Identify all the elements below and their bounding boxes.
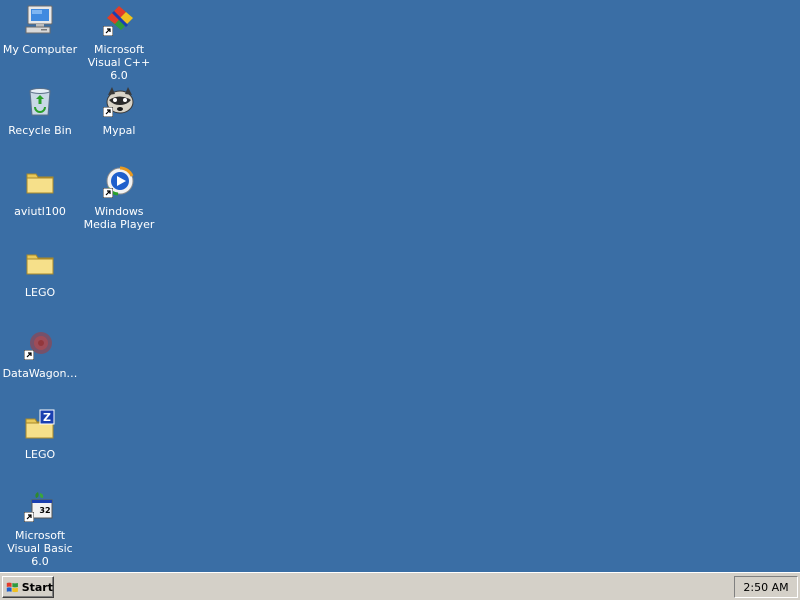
desktop[interactable]: My Computer Recycle Bin aviutl100 LEGO D… (0, 0, 800, 572)
svg-text:32: 32 (39, 506, 50, 515)
shortcut-arrow-icon (24, 512, 34, 522)
visual-basic-icon: 32 (24, 490, 56, 522)
system-tray: 2:50 AM (734, 576, 798, 598)
mypal-icon (103, 85, 135, 117)
folder-icon (24, 247, 56, 279)
zip-folder-icon: Z (24, 409, 56, 441)
my-computer-icon (24, 4, 56, 36)
svg-text:Z: Z (43, 411, 51, 424)
desktop-icon-label: LEGO (24, 448, 56, 461)
desktop-icon-label: My Computer (2, 43, 78, 56)
desktop-icon-label: Recycle Bin (8, 124, 72, 137)
recycle-bin-icon (24, 85, 56, 117)
desktop-icon-recycle-bin[interactable]: Recycle Bin (0, 83, 80, 157)
desktop-icon-visual-basic[interactable]: 32 Microsoft Visual Basic 6.0 (0, 488, 80, 568)
shortcut-arrow-icon (24, 350, 34, 360)
desktop-icon-label: Microsoft Visual Basic 6.0 (7, 529, 73, 568)
desktop-icon-label: Windows Media Player (83, 205, 155, 231)
visual-cpp-icon (103, 4, 135, 36)
shortcut-arrow-icon (103, 26, 113, 36)
desktop-icon-label: LEGO (24, 286, 56, 299)
clock[interactable]: 2:50 AM (743, 581, 788, 594)
desktop-icon-datawagon[interactable]: DataWagon… (0, 326, 80, 400)
shortcut-arrow-icon (103, 107, 113, 117)
desktop-icon-label: Mypal (102, 124, 136, 137)
shortcut-arrow-icon (103, 188, 113, 198)
desktop-icon-label: Microsoft Visual C++ 6.0 (87, 43, 151, 82)
start-button[interactable]: Start (2, 576, 54, 598)
windows-logo-icon (6, 582, 18, 593)
desktop-icon-visual-cpp[interactable]: Microsoft Visual C++ 6.0 (79, 2, 159, 82)
windows-media-player-icon (103, 166, 135, 198)
desktop-icon-my-computer[interactable]: My Computer (0, 2, 80, 76)
datawagon-icon (24, 328, 56, 360)
desktop-icon-label: DataWagon… (2, 367, 78, 380)
desktop-icon-mypal[interactable]: Mypal (79, 83, 159, 157)
taskbar: Start 2:50 AM (0, 572, 800, 600)
start-label: Start (21, 580, 53, 594)
desktop-icon-aviutl100[interactable]: aviutl100 (0, 164, 80, 238)
desktop-icon-lego-zip[interactable]: Z LEGO (0, 407, 80, 481)
folder-icon (24, 166, 56, 198)
desktop-icon-windows-media-player[interactable]: Windows Media Player (79, 164, 159, 238)
desktop-icon-label: aviutl100 (14, 205, 66, 218)
desktop-icon-lego-folder[interactable]: LEGO (0, 245, 80, 319)
